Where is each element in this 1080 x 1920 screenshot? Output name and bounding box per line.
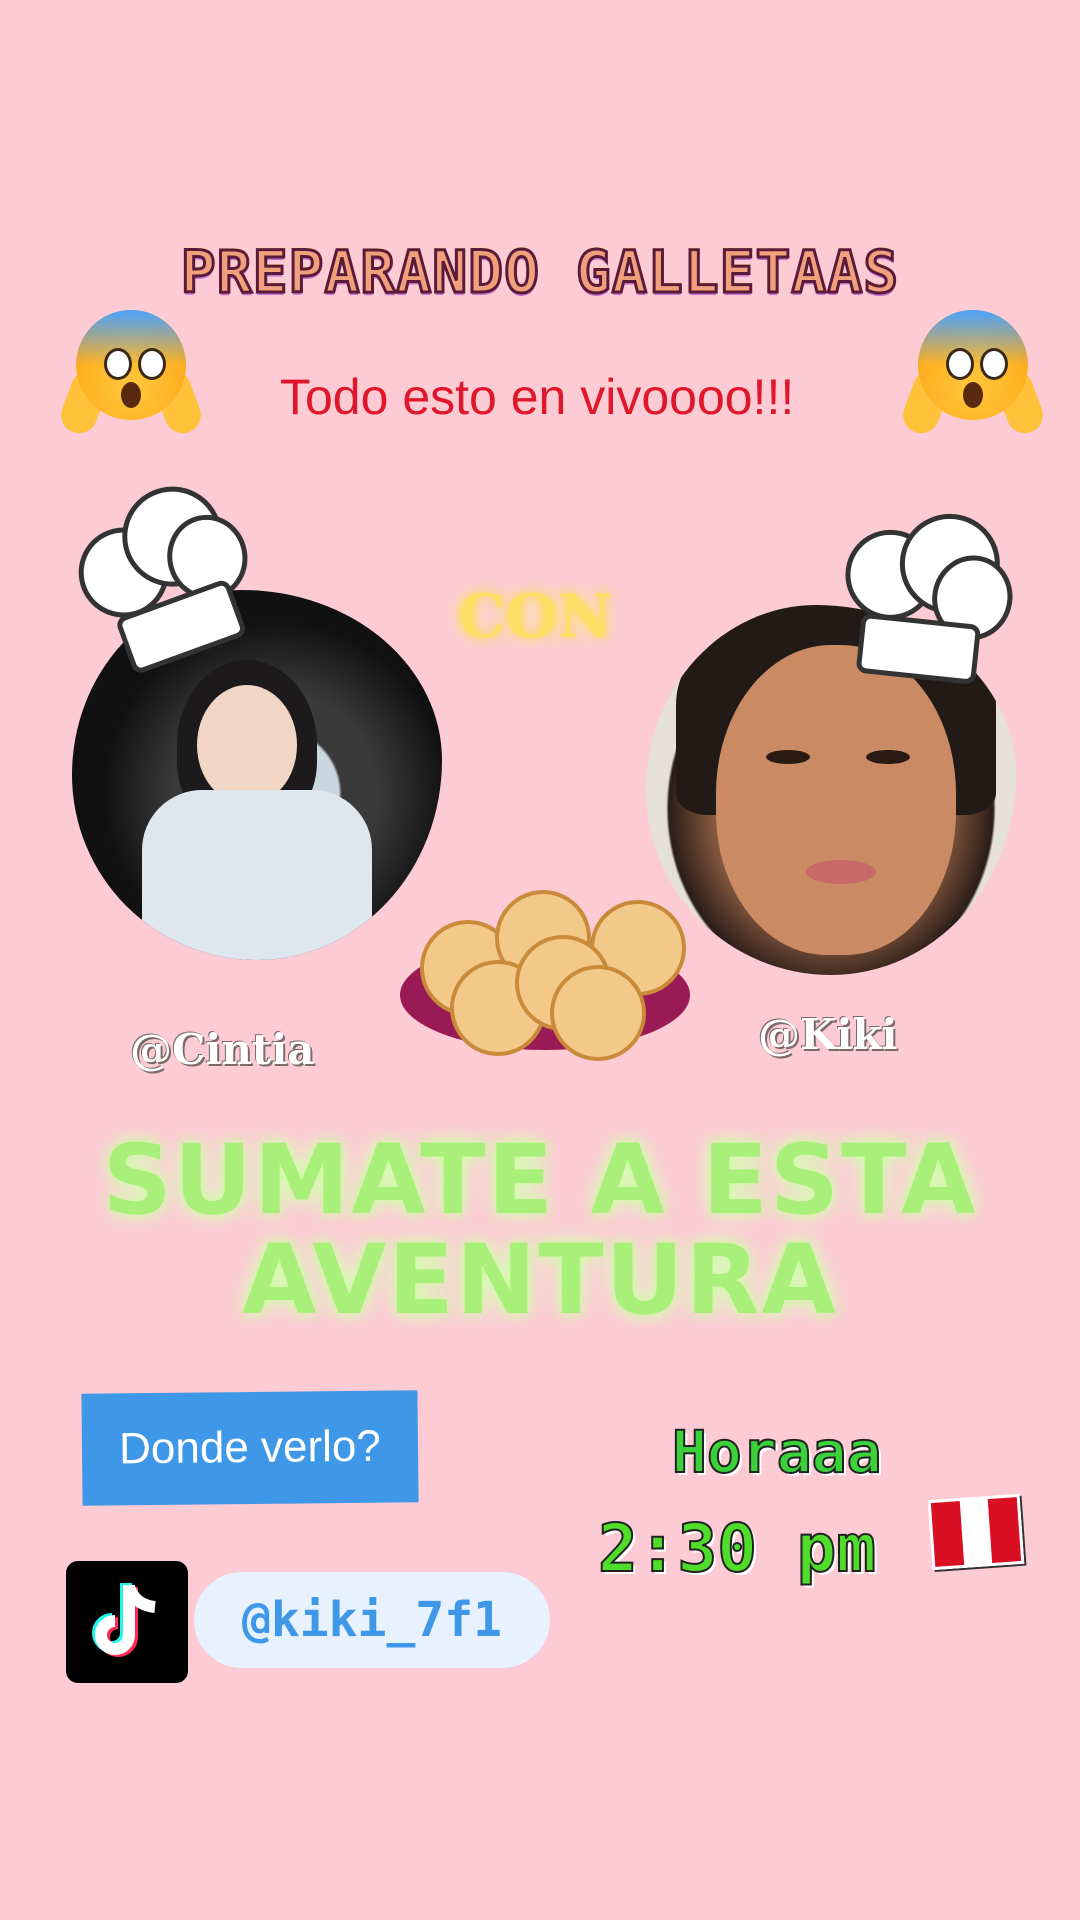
cta-line-2: AVENTURA	[242, 1224, 838, 1336]
schedule-time: 2:30 pm	[597, 1509, 877, 1588]
peru-flag-icon	[927, 1493, 1025, 1571]
schedule-label: Horaaa	[671, 1417, 883, 1487]
scared-face-icon	[56, 310, 206, 460]
tiktok-icon[interactable]	[66, 1561, 188, 1683]
connector-text: CON	[458, 582, 613, 652]
host-handle-cintia: @Cintia	[130, 1025, 315, 1074]
subtitle: Todo esto en vivoooo!!!	[280, 369, 795, 425]
scared-face-icon	[898, 310, 1048, 460]
cookies-plate-icon	[400, 880, 690, 1061]
tiktok-handle[interactable]: @kiki_7f1	[194, 1572, 550, 1668]
where-to-watch-button[interactable]: Donde verlo?	[81, 1390, 419, 1506]
page-title: PREPARANDO GALLETAAS	[179, 237, 900, 308]
call-to-action: SUMATE A ESTA AVENTURA	[0, 1130, 1080, 1330]
cta-line-1: SUMATE A ESTA	[102, 1124, 978, 1236]
host-handle-kiki: @Kiki	[758, 1010, 898, 1059]
